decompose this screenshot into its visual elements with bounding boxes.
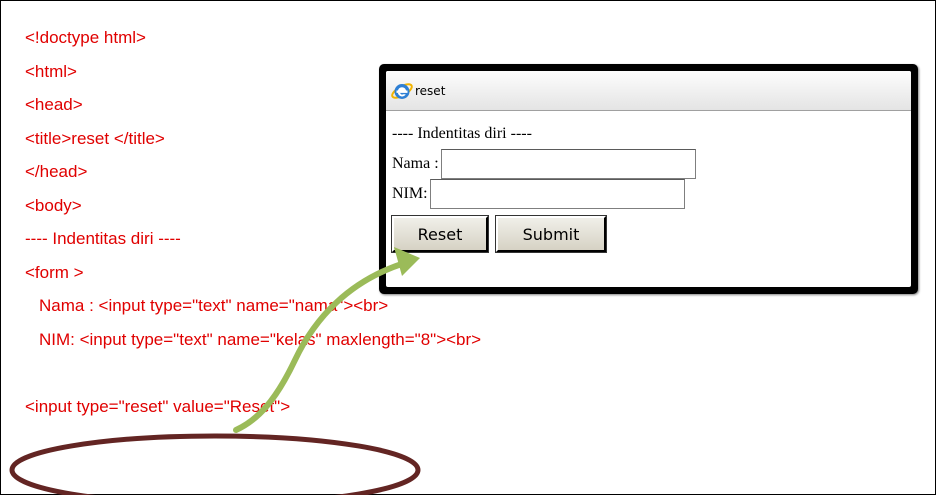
reset-button[interactable]: Reset	[391, 215, 489, 253]
form-heading: ---- Indentitas diri ----	[392, 125, 532, 142]
ie-logo-icon	[390, 79, 414, 103]
code-line: <!doctype html>	[25, 28, 146, 47]
code-line: NIM: <input type="text" name="kelas" max…	[39, 329, 482, 349]
nama-row: Nama :	[392, 149, 911, 179]
code-line: Nama : <input type="text" name="nama"><b…	[39, 296, 389, 315]
browser-title: reset	[415, 83, 446, 98]
browser-window: reset ---- Indentitas diri ---- Nama : N…	[379, 64, 918, 294]
nim-row: NIM:	[392, 179, 911, 209]
nama-input[interactable]	[440, 149, 696, 179]
nim-label: NIM:	[392, 185, 428, 202]
submit-button[interactable]: Submit	[495, 215, 607, 253]
browser-content: ---- Indentitas diri ---- Nama : NIM: Re…	[386, 111, 911, 254]
slide-frame: <!doctype html> <html> <head> <title>res…	[0, 0, 936, 495]
browser-titlebar: reset	[386, 71, 911, 111]
button-row: Reset Submit	[391, 214, 911, 254]
nim-input[interactable]	[429, 179, 685, 209]
nama-label: Nama :	[392, 155, 439, 172]
code-line: <input type="reset" value="Reset">	[25, 396, 291, 416]
